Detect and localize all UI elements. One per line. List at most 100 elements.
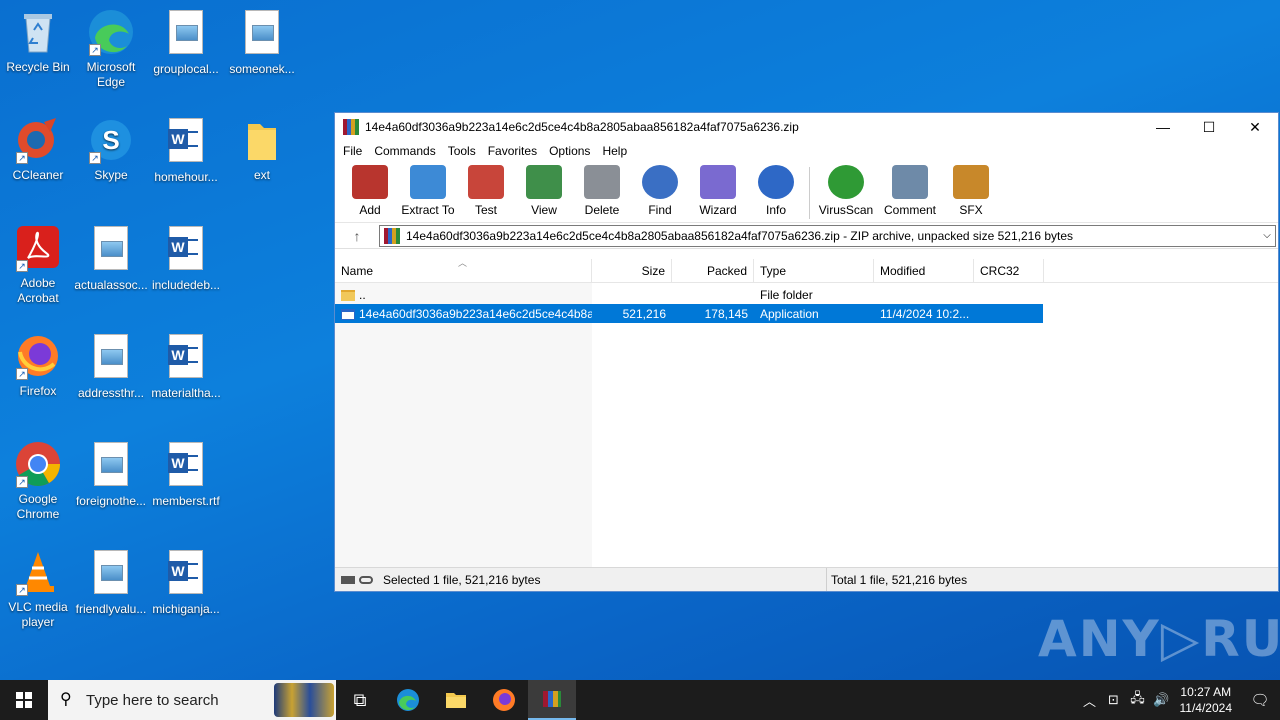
up-arrow-icon[interactable]: ↑: [335, 228, 379, 244]
list-item-parent-folder[interactable]: .. File folder: [335, 285, 1044, 304]
shortcut-arrow-icon: ↗: [16, 152, 28, 164]
address-field[interactable]: 14e4a60df3036a9b223a14e6c2d5ce4c4b8a2805…: [379, 224, 1276, 247]
image-file-icon: [87, 442, 135, 490]
taskbar-firefox[interactable]: [480, 680, 528, 720]
desktop-icon-label: CCleaner: [12, 168, 64, 182]
chevron-up-icon[interactable]: ︿: [1078, 691, 1102, 710]
file-list: Name ︿ Size Packed Type Modified CRC32 ..…: [335, 258, 1278, 567]
view-button[interactable]: View: [515, 165, 573, 217]
desktop-icon-label: grouplocal...: [153, 62, 219, 76]
image-file-icon: [87, 226, 135, 274]
search-placeholder: Type here to search: [86, 691, 219, 709]
sfx-button[interactable]: SFX: [942, 165, 1000, 217]
trash-can-icon: [584, 165, 620, 199]
close-button[interactable]: ✕: [1232, 113, 1278, 141]
shortcut-arrow-icon: ↗: [16, 260, 28, 272]
desktop-icon-vlc[interactable]: ↗ VLC media player: [0, 548, 76, 630]
menu-tools[interactable]: Tools: [448, 144, 476, 158]
search-icon: ⚲: [60, 691, 72, 708]
drive-icon[interactable]: [341, 575, 355, 584]
firefox-icon: ↗: [14, 332, 62, 380]
list-item-selected-file[interactable]: 14e4a60df3036a9b223a14e6c2d5ce4c4b8a... …: [335, 304, 1043, 323]
maximize-button[interactable]: ☐: [1186, 113, 1232, 141]
taskbar-winrar[interactable]: [528, 680, 576, 720]
find-button[interactable]: Find: [631, 165, 689, 217]
column-size[interactable]: Size: [592, 259, 672, 283]
delete-button[interactable]: Delete: [573, 165, 631, 217]
row-name: 14e4a60df3036a9b223a14e6c2d5ce4c4b8a...: [359, 306, 592, 321]
desktop-icon-edge[interactable]: ↗ Microsoft Edge: [73, 8, 149, 90]
chevron-down-icon[interactable]: ⌵: [1259, 230, 1275, 241]
menu-commands[interactable]: Commands: [374, 144, 435, 158]
devices-icon[interactable]: ⊡: [1102, 692, 1126, 708]
shortcut-arrow-icon: ↗: [16, 584, 28, 596]
firefox-icon: [493, 689, 515, 711]
desktop-icon-foreignothe[interactable]: foreignothe...: [73, 440, 149, 509]
menu-file[interactable]: File: [343, 144, 362, 158]
column-crc32[interactable]: CRC32: [974, 259, 1044, 283]
taskbar-edge[interactable]: [384, 680, 432, 720]
add-archive-icon: [352, 165, 388, 199]
test-button[interactable]: Test: [457, 165, 515, 217]
menu-favorites[interactable]: Favorites: [488, 144, 537, 158]
virusscan-button[interactable]: VirusScan: [814, 165, 878, 217]
column-name[interactable]: Name ︿: [335, 258, 592, 283]
desktop-icon-addressthr[interactable]: addressthr...: [73, 332, 149, 401]
add-button[interactable]: Add: [341, 165, 399, 217]
column-modified[interactable]: Modified: [874, 259, 974, 283]
clock-time: 10:27 AM: [1180, 685, 1232, 699]
comment-button[interactable]: Comment: [878, 165, 942, 217]
desktop-icon-someonek[interactable]: someonek...: [224, 8, 300, 77]
row-size: 521,216: [622, 306, 666, 321]
desktop-icon-firefox[interactable]: ↗ Firefox: [0, 332, 76, 399]
desktop-icon-michiganja[interactable]: W michiganja...: [148, 548, 224, 617]
row-type: File folder: [760, 287, 813, 302]
address-bar: ↑ 14e4a60df3036a9b223a14e6c2d5ce4c4b8a28…: [335, 223, 1278, 249]
anyrun-watermark: ANY▷RUN: [1038, 610, 1280, 668]
desktop-icon-grouplocal[interactable]: grouplocal...: [148, 8, 224, 77]
desktop-icon-ext[interactable]: ext: [224, 116, 300, 183]
clock[interactable]: 10:27 AM 11/4/2024: [1180, 684, 1233, 716]
info-button[interactable]: Info: [747, 165, 805, 217]
word-document-icon: W: [162, 226, 210, 274]
desktop-icon-chrome[interactable]: ↗ Google Chrome: [0, 440, 76, 522]
taskbar-search[interactable]: ⚲ Type here to search: [48, 680, 336, 720]
column-type[interactable]: Type: [754, 259, 874, 283]
menu-help[interactable]: Help: [602, 144, 627, 158]
desktop-icon-homehour[interactable]: W homehour...: [148, 116, 224, 185]
desktop-icon-label: actualassoc...: [74, 278, 148, 292]
volume-icon[interactable]: 🔊: [1150, 692, 1174, 708]
key-icon[interactable]: [359, 575, 373, 584]
desktop-icon-label: Firefox: [19, 384, 57, 398]
minimize-button[interactable]: —: [1140, 113, 1186, 141]
notification-icon[interactable]: 🗨: [1240, 691, 1280, 709]
desktop-icon-label: Skype: [94, 168, 128, 182]
sfx-books-icon: [953, 165, 989, 199]
desktop-icon-skype[interactable]: S ↗ Skype: [73, 116, 149, 183]
recycle-bin-icon: [14, 8, 62, 56]
taskbar-file-explorer[interactable]: [432, 680, 480, 720]
desktop-icon-ccleaner[interactable]: ↗ CCleaner: [0, 116, 76, 183]
shortcut-arrow-icon: ↗: [16, 476, 28, 488]
task-view-icon: ⧉: [353, 689, 367, 710]
ccleaner-icon: ↗: [14, 116, 62, 164]
test-clipboard-icon: [468, 165, 504, 199]
desktop-icon-includedeb[interactable]: W includedeb...: [148, 224, 224, 293]
task-view-button[interactable]: ⧉: [336, 680, 384, 720]
start-button[interactable]: [0, 680, 48, 720]
desktop-icon-materialtha[interactable]: W materialtha...: [148, 332, 224, 401]
title-bar[interactable]: 14e4a60df3036a9b223a14e6c2d5ce4c4b8a2805…: [335, 113, 1278, 141]
desktop-icon-memberst[interactable]: W memberst.rtf: [148, 440, 224, 509]
wizard-button[interactable]: Wizard: [689, 165, 747, 217]
desktop-icon-recycle-bin[interactable]: Recycle Bin: [0, 8, 76, 75]
menu-options[interactable]: Options: [549, 144, 590, 158]
desktop-icon-friendlyvalu[interactable]: friendlyvalu...: [73, 548, 149, 617]
edge-icon: [397, 689, 419, 711]
word-document-icon: W: [162, 442, 210, 490]
desktop-icon-actualassoc[interactable]: actualassoc...: [73, 224, 149, 293]
desktop-icon-label: Google Chrome: [16, 492, 60, 521]
column-packed[interactable]: Packed: [672, 259, 754, 283]
desktop-icon-acrobat[interactable]: ↗ Adobe Acrobat: [0, 224, 76, 306]
extract-to-button[interactable]: Extract To: [399, 165, 457, 217]
network-icon[interactable]: 🖧: [1126, 689, 1150, 711]
